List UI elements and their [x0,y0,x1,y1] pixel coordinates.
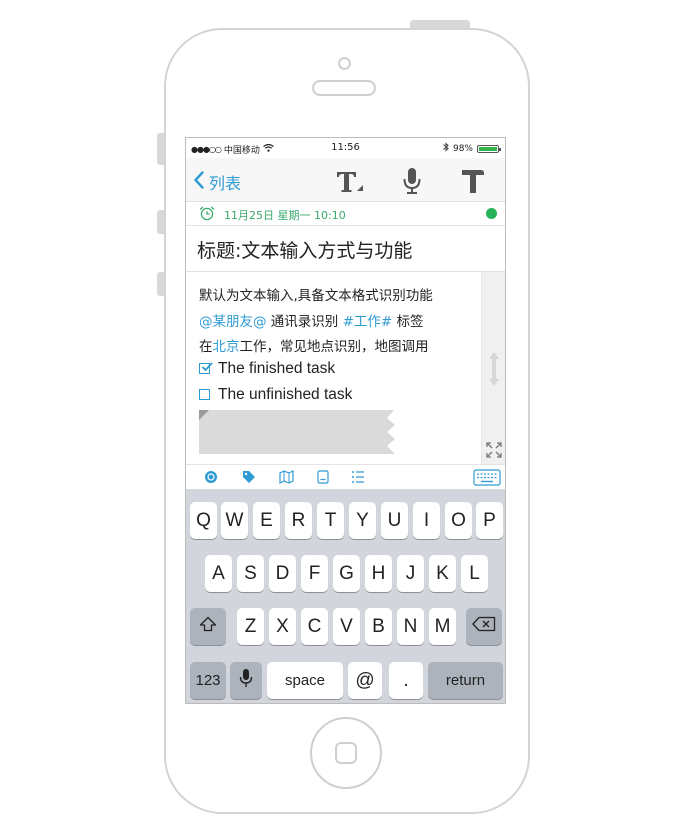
task-todo-label: The unfinished task [218,386,353,403]
key-p[interactable]: P [476,502,503,539]
period-key[interactable]: . [389,662,423,699]
mute-switch [157,133,164,165]
earpiece-speaker [312,80,376,96]
key-y[interactable]: Y [349,502,376,539]
key-f[interactable]: F [301,555,328,592]
key-h[interactable]: H [365,555,392,592]
backspace-icon [472,616,496,638]
dictation-key[interactable] [230,662,262,699]
alarm-clock-icon [199,206,215,225]
back-label: 列表 [209,174,242,193]
key-e[interactable]: E [253,502,280,539]
front-camera [338,57,351,70]
expand-icon[interactable] [486,442,502,462]
shift-icon [199,616,217,638]
reminder-date: 11月25日 星期一 10:10 [224,209,346,222]
key-j[interactable]: J [397,555,424,592]
key-g[interactable]: G [333,555,360,592]
home-button[interactable] [310,717,382,789]
battery-percent: 98% [452,143,473,154]
task-item-todo[interactable]: The unfinished task [199,386,352,404]
reminder-bar[interactable]: 11月25日 星期一 10:10 [186,202,505,226]
key-r[interactable]: R [285,502,312,539]
numbers-key[interactable]: 123 [190,662,226,699]
return-key[interactable]: return [428,662,503,699]
note-title: 标题:文本输入方式与功能 [197,240,413,262]
shift-key[interactable] [190,608,226,645]
task-done-label: The finished task [218,360,336,377]
drag-handle-icon[interactable] [487,350,501,392]
chevron-left-icon [194,171,204,193]
emoji-icon[interactable] [203,469,219,485]
task-item-done[interactable]: The finished task [199,360,335,378]
volume-down-button [157,272,164,296]
checked-box-icon[interactable] [199,361,213,374]
key-n[interactable]: N [397,608,424,645]
contacts-text: 通讯录识别 [266,314,343,330]
note-body[interactable]: 默认为文本输入,具备文本格式识别功能 @某朋友@ 通讯录识别 #工作# 标签 在… [186,272,481,464]
battery-icon [477,144,501,153]
space-key[interactable]: space [267,662,343,699]
image-placeholder[interactable] [199,410,399,454]
key-w[interactable]: W [221,502,248,539]
key-d[interactable]: D [269,555,296,592]
mention-link[interactable]: @某朋友@ [199,314,267,330]
key-q[interactable]: Q [190,502,217,539]
place-link[interactable]: 北京 [213,339,240,355]
status-bar: ●●●○○ 中国移动 11:56 98% [186,138,505,158]
back-button[interactable]: 列表 [194,170,241,194]
microphone-icon [239,668,253,694]
on-screen-keyboard: Q W E R T Y U I O P A S D F G H J K L Z … [186,490,505,703]
side-scroll-strip[interactable] [481,272,505,464]
bluetooth-icon [443,142,449,155]
map-icon[interactable] [278,469,294,485]
document-icon[interactable] [315,469,331,485]
note-title-field[interactable]: 标题:文本输入方式与功能 [186,226,505,272]
phone-screen: ●●●○○ 中国移动 11:56 98% 列表 11月25日 星期一 10:10… [185,137,506,704]
body-line-2: @某朋友@ 通讯录识别 #工作# 标签 [199,310,424,330]
hashtag-link[interactable]: #工作# [343,314,393,330]
key-k[interactable]: K [429,555,456,592]
key-b[interactable]: B [365,608,392,645]
power-button [410,20,470,28]
key-m[interactable]: M [429,608,456,645]
microphone-icon[interactable] [400,166,424,196]
tag-icon[interactable] [241,469,257,485]
navigation-bar: 列表 [186,158,505,202]
body-line-3: 在北京工作，常见地点识别，地图调用 [199,335,429,355]
status-dot [486,208,497,219]
key-s[interactable]: S [237,555,264,592]
editor-toolbar [186,464,505,490]
at-key[interactable]: @ [348,662,382,699]
keyboard-icon[interactable] [473,468,501,486]
key-o[interactable]: O [445,502,472,539]
volume-up-button [157,210,164,234]
key-v[interactable]: V [333,608,360,645]
text-format-icon[interactable] [334,166,366,196]
backspace-key[interactable] [466,608,502,645]
key-t[interactable]: T [317,502,344,539]
key-x[interactable]: X [269,608,296,645]
line3-prefix: 在 [199,339,213,355]
key-z[interactable]: Z [237,608,264,645]
hammer-icon[interactable] [460,166,486,196]
unchecked-box-icon[interactable] [199,388,210,400]
key-c[interactable]: C [301,608,328,645]
key-u[interactable]: U [381,502,408,539]
key-i[interactable]: I [413,502,440,539]
tag-text: 标签 [392,314,424,330]
line3-suffix: 工作，常见地点识别，地图调用 [239,339,429,355]
checklist-icon[interactable] [350,469,366,485]
key-l[interactable]: L [461,555,488,592]
body-line-1: 默认为文本输入,具备文本格式识别功能 [199,288,433,304]
key-a[interactable]: A [205,555,232,592]
